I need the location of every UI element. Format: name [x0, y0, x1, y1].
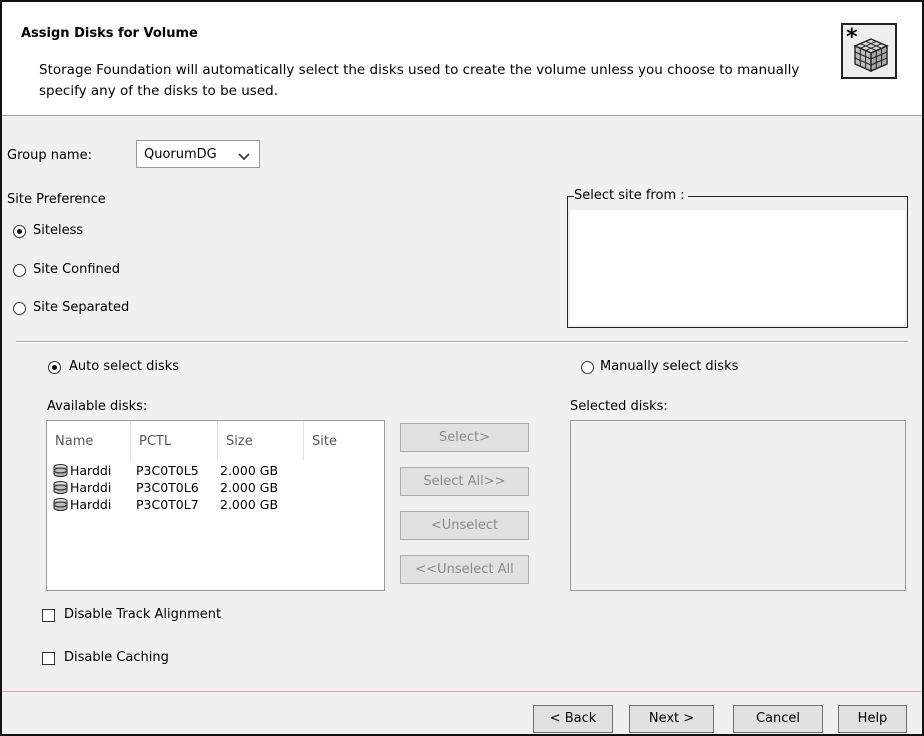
disk-pctl: P3C0T0L6 [136, 480, 199, 495]
assign-disks-dialog: Assign Disks for Volume Storage Foundati… [0, 0, 924, 736]
selected-disks-label: Selected disks: [570, 399, 668, 414]
disable-track-alignment-label: Disable Track Alignment [64, 607, 222, 622]
wizard-header: Assign Disks for Volume Storage Foundati… [2, 2, 922, 116]
disk-size: 2.000 GB [220, 463, 279, 478]
siteless-label: Siteless [33, 223, 84, 238]
wizard-title: Assign Disks for Volume [21, 26, 198, 41]
disable-caching-checkbox[interactable] [42, 652, 55, 665]
wizard-description: Storage Foundation will automatically se… [39, 62, 800, 99]
manual-select-label: Manually select disks [600, 359, 739, 374]
disk-name: Harddi [70, 497, 112, 512]
column-header-pctl[interactable]: PCTL [131, 421, 218, 460]
select-site-frame [567, 196, 908, 328]
disk-size: 2.000 GB [220, 480, 279, 495]
select-site-label: Select site from : [574, 188, 688, 203]
group-name-dropdown[interactable]: QuorumDG [136, 140, 260, 168]
table-row[interactable]: Harddi P3C0T0L6 2.000 GB [47, 480, 384, 497]
hard-disk-icon [53, 464, 68, 477]
disk-pctl: P3C0T0L7 [136, 497, 199, 512]
site-preference-label: Site Preference [7, 192, 106, 207]
hard-disk-icon [53, 481, 68, 494]
site-list[interactable] [570, 210, 905, 325]
chevron-down-icon [238, 150, 250, 165]
auto-select-label: Auto select disks [69, 359, 180, 374]
back-button[interactable]: < Back [533, 705, 613, 733]
help-button[interactable]: Help [838, 705, 907, 733]
selected-disks-list[interactable] [570, 420, 906, 591]
disk-name: Harddi [70, 480, 112, 495]
disable-caching-label: Disable Caching [64, 650, 169, 665]
manual-select-radio-button[interactable] [581, 361, 594, 374]
select-button[interactable]: Select> [400, 423, 529, 452]
disable-track-alignment-checkbox[interactable] [42, 609, 55, 622]
available-disks-list[interactable]: Name PCTL Size Site Harddi P3C0T0L5 2.00… [46, 420, 385, 591]
disk-name: Harddi [70, 463, 112, 478]
group-name-value: QuorumDG [144, 147, 217, 162]
unselect-all-button[interactable]: <<Unselect All [400, 555, 529, 584]
column-header-size[interactable]: Size [218, 421, 304, 460]
footer-divider [2, 691, 922, 692]
disk-pctl: P3C0T0L5 [136, 463, 199, 478]
table-row[interactable]: Harddi P3C0T0L7 2.000 GB [47, 497, 384, 514]
auto-select-radio-button[interactable] [48, 361, 61, 374]
available-disks-label: Available disks: [47, 399, 148, 414]
site-separated-radio-button[interactable] [13, 302, 26, 315]
site-separated-label: Site Separated [33, 300, 130, 315]
table-row[interactable]: Harddi P3C0T0L5 2.000 GB [47, 463, 384, 480]
next-button[interactable]: Next > [629, 705, 714, 733]
section-divider [16, 341, 908, 343]
disk-size: 2.000 GB [220, 497, 279, 512]
group-name-label: Group name: [7, 148, 92, 163]
site-confined-radio-button[interactable] [13, 264, 26, 277]
column-header-site[interactable]: Site [304, 421, 384, 460]
cancel-button[interactable]: Cancel [733, 705, 823, 733]
rubik-cube-wizard-icon: * [841, 23, 897, 79]
siteless-radio-button[interactable] [13, 225, 26, 238]
unselect-button[interactable]: <Unselect [400, 511, 529, 540]
hard-disk-icon [53, 498, 68, 511]
select-all-button[interactable]: Select All>> [400, 467, 529, 496]
site-confined-label: Site Confined [33, 262, 121, 277]
column-header-name[interactable]: Name [47, 421, 131, 460]
